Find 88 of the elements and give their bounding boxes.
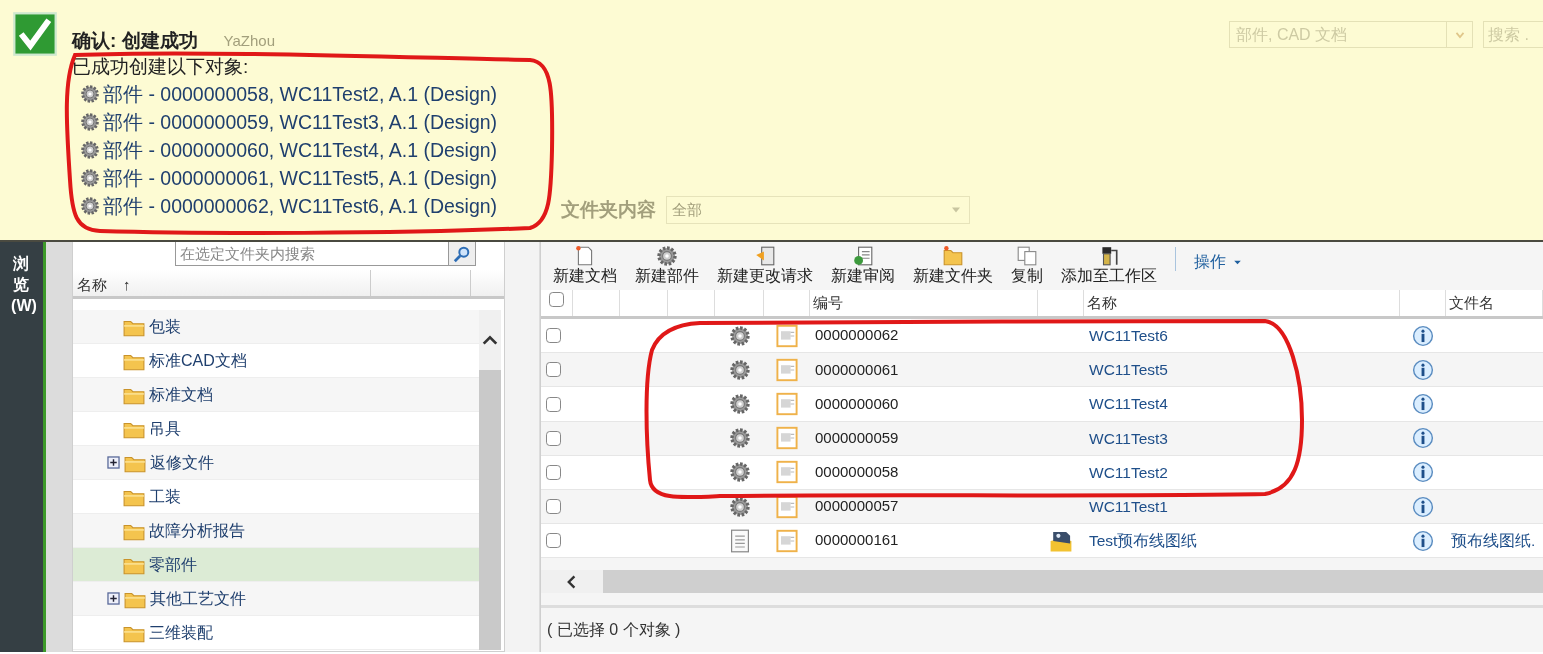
object-name-link[interactable]: WC11Test1: [1084, 494, 1168, 519]
tree-item[interactable]: 包装: [73, 310, 479, 344]
toolbar-button[interactable]: 新建审阅: [831, 244, 895, 285]
row-checkbox[interactable]: [546, 362, 561, 378]
vertical-scrollbar[interactable]: [479, 310, 501, 650]
row-checkbox[interactable]: [546, 328, 561, 344]
format-icon: [775, 392, 799, 417]
object-name-link[interactable]: Test预布线图纸: [1084, 529, 1198, 553]
object-name-link[interactable]: WC11Test5: [1084, 358, 1168, 382]
format-icon: [775, 357, 799, 382]
tree-item[interactable]: 返修文件: [73, 446, 479, 480]
confirmation-message: 已成功创建以下对象:: [72, 55, 250, 79]
toolbar-button[interactable]: 复制: [1011, 244, 1043, 285]
column-header[interactable]: 文件名: [1449, 293, 1494, 311]
created-object-link[interactable]: 部件 - 0000000059, WC11Test3, A.1 (Design): [103, 108, 498, 136]
object-name-link[interactable]: WC11Test3: [1084, 426, 1168, 450]
format-icon: [775, 323, 799, 348]
tree-item[interactable]: 标准文档: [73, 378, 479, 412]
info-icon[interactable]: [1412, 427, 1434, 450]
sort-arrow[interactable]: ↑: [123, 274, 131, 292]
info-icon[interactable]: [1412, 529, 1434, 552]
tree-item[interactable]: 零部件: [73, 548, 479, 582]
confirmation-title: 确认: 创建成功: [72, 29, 198, 53]
toolbar-button[interactable]: 新建文件夹: [913, 244, 993, 285]
row-checkbox[interactable]: [546, 533, 561, 549]
toolbar-button[interactable]: 新建更改请求: [717, 244, 813, 285]
tree-item[interactable]: 故障分析报告: [73, 514, 479, 548]
column-header[interactable]: 名称: [1087, 293, 1117, 311]
search-icon: [453, 244, 471, 263]
gear-icon: [728, 324, 751, 347]
table-cell-text: 0000000061: [814, 359, 899, 380]
object-name-link[interactable]: WC11Test2: [1084, 460, 1168, 484]
actions-menu[interactable]: 操作: [1194, 250, 1243, 274]
gear-icon: [80, 196, 100, 216]
gear-icon: [728, 461, 751, 484]
format-icon: [775, 494, 799, 519]
gear-icon: [728, 495, 751, 518]
gear-icon: [728, 427, 751, 450]
gear-icon: [728, 358, 751, 381]
gear-icon: [80, 168, 100, 188]
info-icon[interactable]: [1412, 393, 1434, 416]
format-icon: [775, 426, 799, 451]
info-icon[interactable]: [1412, 495, 1434, 518]
format-icon: [775, 460, 799, 485]
row-checkbox[interactable]: [546, 464, 561, 480]
info-icon[interactable]: [1412, 461, 1434, 484]
created-object-link[interactable]: 部件 - 0000000060, WC11Test4, A.1 (Design): [103, 136, 498, 164]
info-icon[interactable]: [1412, 358, 1434, 381]
created-object-link[interactable]: 部件 - 0000000062, WC11Test6, A.1 (Design): [103, 192, 498, 220]
object-name-link[interactable]: WC11Test4: [1084, 392, 1168, 416]
info-icon[interactable]: [1412, 324, 1434, 347]
toolbar-button[interactable]: 新建文档: [553, 244, 617, 285]
column-header[interactable]: 编号: [813, 293, 843, 311]
created-object-link[interactable]: 部件 - 0000000058, WC11Test2, A.1 (Design): [103, 80, 498, 108]
toolbar-button[interactable]: 新建部件: [635, 244, 699, 285]
format-icon: [775, 528, 799, 553]
search-button[interactable]: [449, 242, 476, 266]
folder-search-field[interactable]: 在选定文件夹内搜索: [175, 242, 449, 266]
tree-item[interactable]: 其他工艺文件: [73, 582, 479, 616]
user-name: YaZhou: [223, 30, 276, 51]
object-name-link[interactable]: WC11Test6: [1084, 324, 1168, 348]
expand-icon[interactable]: [107, 456, 120, 469]
select-all-checkbox[interactable]: [549, 291, 564, 307]
created-object-link[interactable]: 部件 - 0000000061, WC11Test5, A.1 (Design): [103, 164, 498, 192]
new-folder-icon: [942, 244, 964, 267]
table-cell-text: 0000000060: [814, 393, 899, 414]
table-cell-text: 0000000058: [814, 462, 899, 483]
gear-icon: [80, 112, 100, 132]
row-checkbox[interactable]: [546, 430, 561, 446]
table-cell-text: 0000000057: [814, 496, 899, 517]
selection-status: ( 已选择 0 个对象 ): [541, 604, 1543, 652]
row-checkbox[interactable]: [546, 499, 561, 514]
gear-icon: [80, 84, 100, 104]
gear-icon: [728, 393, 751, 416]
horizontal-scrollbar[interactable]: [541, 570, 1543, 593]
table-cell-text: 0000000161: [814, 530, 899, 551]
table-cell-text: 0000000059: [814, 427, 899, 448]
flag-document-icon: [754, 244, 776, 267]
toolbar-button[interactable]: 添加至工作区: [1061, 244, 1157, 285]
row-checkbox[interactable]: [546, 396, 561, 412]
gear-icon: [80, 140, 100, 160]
table-cell-text: 0000000062: [814, 325, 899, 346]
expand-icon[interactable]: [107, 592, 120, 605]
section-title: 文件夹内容: [561, 197, 656, 222]
file-name-link[interactable]: 预布线图纸.: [1446, 529, 1536, 553]
column-header[interactable]: 名称: [77, 274, 107, 292]
success-check-icon: [12, 10, 58, 58]
tree-item[interactable]: 三维装配: [73, 616, 479, 650]
